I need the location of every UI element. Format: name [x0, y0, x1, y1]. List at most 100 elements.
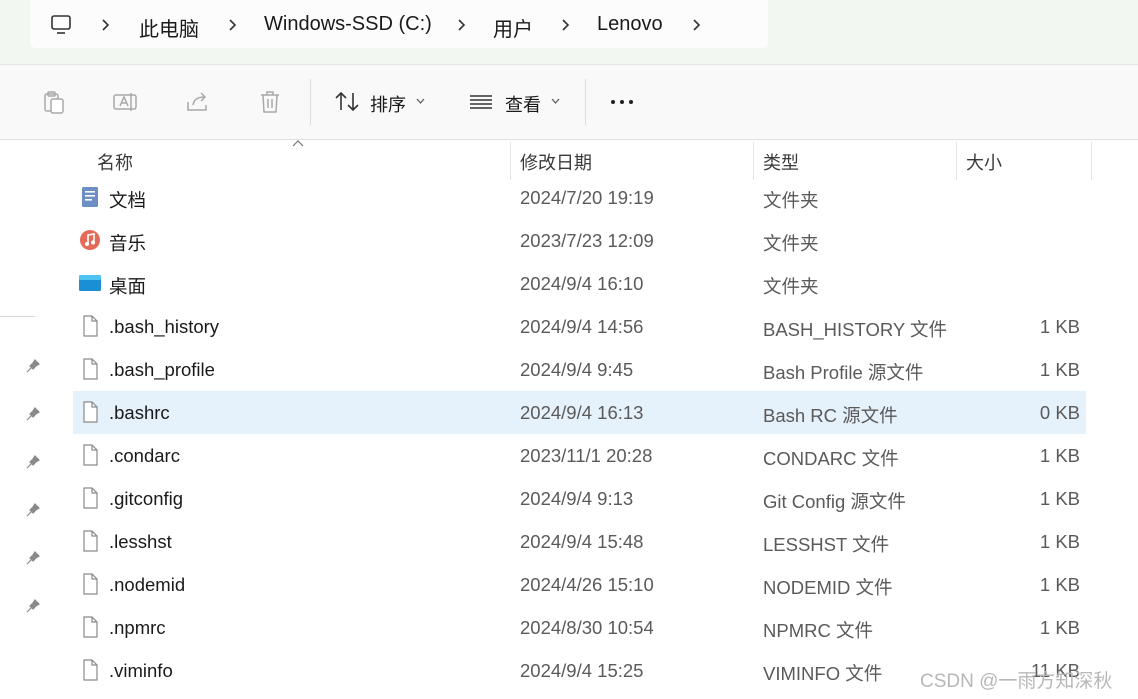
file-row[interactable]: .bash_profile 2024/9/4 9:45 Bash Profile 源… — [73, 348, 1086, 391]
column-divider[interactable] — [956, 142, 957, 180]
file-date-modified: 2023/11/1 20:28 — [520, 445, 653, 466]
file-name: .condarc — [109, 445, 180, 466]
file-row[interactable]: .lesshst 2024/9/4 15:48 LESSHST 文件 1 KB — [73, 520, 1086, 563]
file-date-modified: 2024/9/4 9:13 — [520, 488, 634, 509]
file-size: 1 KB — [1039, 574, 1080, 595]
file-icon — [79, 616, 101, 638]
file-size: 1 KB — [1039, 617, 1080, 638]
chevron-right-icon[interactable] — [691, 19, 701, 31]
file-icon — [79, 444, 101, 466]
file-name: .lesshst — [109, 531, 172, 552]
file-row[interactable]: .nodemid 2024/4/26 15:10 NODEMID 文件 1 KB — [73, 563, 1086, 606]
column-divider[interactable] — [1091, 142, 1092, 180]
watermark: CSDN @一雨方知深秋 — [920, 671, 1113, 692]
file-date-modified: 2023/7/23 12:09 — [520, 230, 654, 251]
file-name: 文档 — [109, 190, 147, 211]
file-type: 文件夹 — [763, 190, 819, 211]
file-date-modified: 2024/4/26 15:10 — [520, 574, 654, 595]
file-size: 1 KB — [1039, 488, 1080, 509]
file-type: Git Config 源文件 — [763, 491, 906, 512]
this-pc-icon[interactable] — [50, 14, 72, 36]
file-row[interactable]: 音乐 2023/7/23 12:09 文件夹 — [73, 219, 1086, 262]
view-button[interactable]: 查看 — [505, 91, 541, 117]
column-header-size[interactable]: 大小 — [966, 149, 1002, 175]
file-date-modified: 2024/9/4 15:25 — [520, 660, 644, 681]
file-icon — [79, 358, 101, 380]
pin-icon[interactable] — [25, 550, 41, 566]
file-name: .viminfo — [109, 660, 173, 681]
share-icon[interactable] — [185, 89, 211, 115]
breadcrumb-users[interactable]: 用户 — [493, 13, 533, 42]
file-name: 音乐 — [109, 233, 147, 254]
file-date-modified: 2024/9/4 9:45 — [520, 359, 634, 380]
file-type: Bash RC 源文件 — [763, 405, 898, 426]
column-divider[interactable] — [753, 142, 754, 180]
file-date-modified: 2024/9/4 15:48 — [520, 531, 644, 552]
rename-icon[interactable] — [112, 89, 138, 115]
file-icon — [79, 401, 101, 423]
file-date-modified: 2024/9/4 16:13 — [520, 402, 644, 423]
file-row[interactable]: .condarc 2023/11/1 20:28 CONDARC 文件 1 KB — [73, 434, 1086, 477]
sidebar-divider — [0, 316, 35, 317]
clipboard-icon[interactable] — [41, 89, 67, 115]
pin-icon[interactable] — [25, 502, 41, 518]
file-type: 文件夹 — [763, 276, 819, 297]
file-name: .gitconfig — [109, 488, 184, 509]
file-type: VIMINFO 文件 — [763, 663, 883, 684]
file-icon — [79, 659, 101, 681]
file-date-modified: 2024/9/4 16:10 — [520, 273, 644, 294]
chevron-right-icon[interactable] — [100, 19, 110, 31]
chevron-right-icon[interactable] — [227, 19, 237, 31]
pin-icon[interactable] — [25, 406, 41, 422]
file-date-modified: 2024/7/20 19:19 — [520, 187, 654, 208]
file-size: 0 KB — [1039, 402, 1080, 423]
column-header-name[interactable]: 名称 — [97, 149, 133, 175]
file-row[interactable]: 桌面 2024/9/4 16:10 文件夹 — [73, 262, 1086, 305]
file-name: 桌面 — [109, 276, 147, 297]
trash-icon[interactable] — [257, 89, 283, 115]
file-type: BASH_HISTORY 文件 — [763, 319, 948, 340]
file-row[interactable]: .bashrc 2024/9/4 16:13 Bash RC 源文件 0 KB — [73, 391, 1086, 434]
column-divider[interactable] — [510, 142, 511, 180]
sort-button[interactable]: 排序 — [370, 91, 406, 117]
file-icon — [79, 487, 101, 509]
command-bar: 排序 查看 — [0, 64, 1138, 140]
file-type: NPMRC 文件 — [763, 620, 873, 641]
more-icon[interactable] — [611, 100, 638, 104]
file-type: NODEMID 文件 — [763, 577, 893, 598]
chevron-down-icon[interactable] — [416, 98, 425, 104]
breadcrumb-lenovo[interactable]: Lenovo — [597, 13, 663, 36]
file-date-modified: 2024/8/30 10:54 — [520, 617, 654, 638]
file-size: 1 KB — [1039, 445, 1080, 466]
breadcrumb-drive[interactable]: Windows-SSD (C:) — [264, 13, 432, 36]
toolbar-separator — [310, 79, 311, 125]
file-size: 1 KB — [1039, 359, 1080, 380]
chevron-down-icon[interactable] — [551, 98, 560, 104]
file-name: .bash_profile — [109, 359, 215, 380]
pin-icon[interactable] — [25, 358, 41, 374]
chevron-right-icon[interactable] — [560, 19, 570, 31]
file-name: .npmrc — [109, 617, 166, 638]
file-name: .bashrc — [109, 402, 170, 423]
file-size: 1 KB — [1039, 316, 1080, 337]
file-size: 1 KB — [1039, 531, 1080, 552]
file-type: 文件夹 — [763, 233, 819, 254]
chevron-right-icon[interactable] — [456, 19, 466, 31]
view-icon[interactable] — [468, 89, 494, 115]
pin-icon[interactable] — [25, 454, 41, 470]
column-header-date[interactable]: 修改日期 — [520, 149, 592, 175]
breadcrumb-this-pc[interactable]: 此电脑 — [139, 13, 199, 42]
documents-folder-icon — [79, 186, 101, 208]
file-row[interactable]: 文档 2024/7/20 19:19 文件夹 — [73, 176, 1086, 219]
file-row[interactable]: .bash_history 2024/9/4 14:56 BASH_HISTORY … — [73, 305, 1086, 348]
file-row[interactable]: .gitconfig 2024/9/4 9:13 Git Config 源文件 1 K… — [73, 477, 1086, 520]
file-row[interactable]: .npmrc 2024/8/30 10:54 NPMRC 文件 1 KB — [73, 606, 1086, 649]
pin-icon[interactable] — [25, 598, 41, 614]
column-header-type[interactable]: 类型 — [763, 149, 799, 175]
toolbar-separator — [585, 79, 586, 125]
file-icon — [79, 315, 101, 337]
file-icon — [79, 573, 101, 595]
file-type: Bash Profile 源文件 — [763, 362, 924, 383]
music-folder-icon — [79, 229, 101, 251]
sort-icon[interactable] — [334, 89, 360, 115]
